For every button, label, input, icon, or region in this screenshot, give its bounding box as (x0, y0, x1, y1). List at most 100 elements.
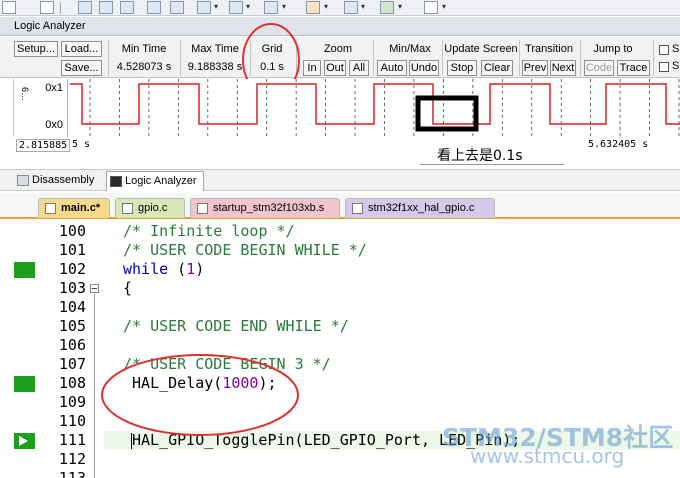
file-tab-label: gpio.c (138, 202, 167, 214)
auto-button[interactable]: Auto (377, 60, 407, 76)
file-tab-bar: main.c* gpio.c startup_stm32f103xb.s stm… (0, 193, 680, 219)
breakpoint-marker[interactable] (14, 262, 35, 278)
line-number: 105 (50, 317, 86, 336)
file-tab-gpio-c[interactable]: gpio.c (115, 198, 185, 218)
waveform-side-strip (0, 79, 14, 137)
setup-button[interactable]: Setup... (14, 41, 58, 57)
logic-analyzer-controls: Setup... Load... Save... Min Time 4.5280… (0, 37, 680, 78)
zoom-all-button[interactable]: All (349, 60, 369, 76)
line-number: 100 (50, 222, 86, 241)
c-file-icon (352, 203, 363, 214)
file-tab-hal-gpio-c[interactable]: stm32f1xx_hal_gpio.c (345, 198, 495, 218)
tab-logic-analyzer[interactable]: Logic Analyzer (106, 171, 204, 191)
max-time-label: Max Time (183, 43, 247, 55)
code-line[interactable]: while (1) (123, 260, 204, 279)
left-time-suffix: 5 s (72, 139, 90, 150)
line-number: 113 (50, 469, 86, 478)
separator (442, 40, 443, 76)
line-number: 103 (50, 279, 86, 298)
analysis-dropdown-icon[interactable]: ▾ (324, 2, 328, 11)
toolbox-dropdown-icon[interactable]: ▾ (442, 2, 446, 11)
memory-dropdown-icon[interactable]: ▾ (246, 2, 250, 11)
watermark-url: www.stmcu.org (470, 444, 624, 468)
watch-window-icon[interactable] (197, 1, 211, 14)
symbols-window-icon[interactable] (120, 1, 134, 14)
serial-window-icon[interactable] (264, 1, 278, 14)
min-time-label: Min Time (112, 43, 176, 55)
code-line[interactable]: /* Infinite loop */ (123, 222, 295, 241)
code-line[interactable]: /* USER CODE BEGIN WHILE */ (123, 241, 367, 260)
system-viewer-icon[interactable] (380, 1, 394, 14)
system-viewer-dropdown-icon[interactable]: ▾ (398, 2, 402, 11)
panel-title: Logic Analyzer (14, 20, 86, 32)
jump-to-label: Jump to (583, 43, 643, 55)
c-file-icon (45, 203, 56, 214)
separator (180, 40, 181, 76)
prev-button[interactable]: Prev (522, 60, 548, 76)
transition-label: Transition (521, 43, 577, 55)
line-number: 107 (50, 355, 86, 374)
undo-button[interactable]: Undo (409, 60, 439, 76)
logic-analyzer-titlebar: Logic Analyzer (0, 17, 680, 36)
option-checkbox[interactable] (659, 62, 669, 72)
option-checkbox[interactable] (659, 45, 669, 55)
c-file-icon (122, 203, 133, 214)
delay-annotation-ellipse (100, 352, 304, 438)
waveform-plot[interactable] (14, 79, 680, 137)
jump-code-button[interactable]: Code (584, 60, 614, 76)
toolbox-icon[interactable] (424, 1, 438, 14)
line-number: 104 (50, 298, 86, 317)
min-time-value: 4.528073 s (113, 60, 175, 76)
code-line[interactable]: { (123, 279, 132, 298)
separator (580, 40, 581, 76)
signal-name: 6… (20, 87, 30, 101)
asm-file-icon (197, 203, 208, 214)
right-cursor-time: 5.632405 s (588, 139, 648, 150)
code-token: ( (168, 260, 186, 278)
view-tab-bar: Disassembly Logic Analyzer (0, 169, 680, 191)
jump-trace-button[interactable]: Trace (617, 60, 650, 76)
line-number: 111 (50, 431, 86, 450)
code-line[interactable]: /* USER CODE END WHILE */ (123, 317, 349, 336)
registers-window-icon[interactable] (147, 1, 161, 14)
analysis-window-icon[interactable] (306, 1, 320, 14)
trace-dropdown-icon[interactable]: ▾ (361, 2, 365, 11)
next-button[interactable]: Next (550, 60, 576, 76)
current-line-arrow-icon[interactable] (14, 433, 35, 449)
serial-dropdown-icon[interactable]: ▾ (282, 2, 286, 11)
code-token: ) (195, 260, 204, 278)
command-window-icon[interactable] (78, 1, 92, 14)
file-tab-main-c[interactable]: main.c* (38, 198, 110, 218)
file-tab-startup-s[interactable]: startup_stm32f103xb.s (190, 198, 340, 218)
stop-button[interactable]: Stop (447, 60, 477, 76)
separator (519, 40, 520, 76)
braces-icon[interactable] (2, 1, 16, 14)
arrow-right-icon[interactable] (40, 1, 54, 14)
load-button[interactable]: Load... (61, 41, 102, 57)
line-number: 101 (50, 241, 86, 260)
watch-dropdown-icon[interactable]: ▾ (214, 2, 218, 11)
trace-window-icon[interactable] (344, 1, 358, 14)
main-toolbar: ▾ ▾ ▾ ▾ ▾ ▾ ▾ (0, 0, 680, 16)
clear-button[interactable]: Clear (481, 60, 513, 76)
update-screen-label: Update Screen (444, 43, 518, 55)
tab-disassembly[interactable]: Disassembly (14, 171, 100, 191)
fold-toggle-icon[interactable] (90, 284, 99, 293)
high-level-label: 0x1 (45, 82, 63, 94)
file-tab-label: main.c* (61, 202, 100, 214)
number-literal: 1 (186, 260, 195, 278)
memory-window-icon[interactable] (229, 1, 243, 14)
call-stack-window-icon[interactable] (170, 1, 184, 14)
logic-analyzer-icon (110, 176, 122, 187)
signal-trace (70, 84, 680, 124)
zoom-out-button[interactable]: Out (324, 60, 346, 76)
save-button[interactable]: Save... (61, 60, 102, 76)
breakpoint-marker[interactable] (14, 376, 35, 392)
file-tab-label: stm32f1xx_hal_gpio.c (368, 202, 474, 214)
line-number: 112 (50, 450, 86, 469)
max-time-value: 9.188338 s (184, 60, 246, 76)
low-level-label: 0x0 (45, 119, 63, 131)
separator (653, 40, 654, 76)
disassembly-window-icon[interactable] (99, 1, 113, 14)
disassembly-icon (17, 175, 29, 186)
